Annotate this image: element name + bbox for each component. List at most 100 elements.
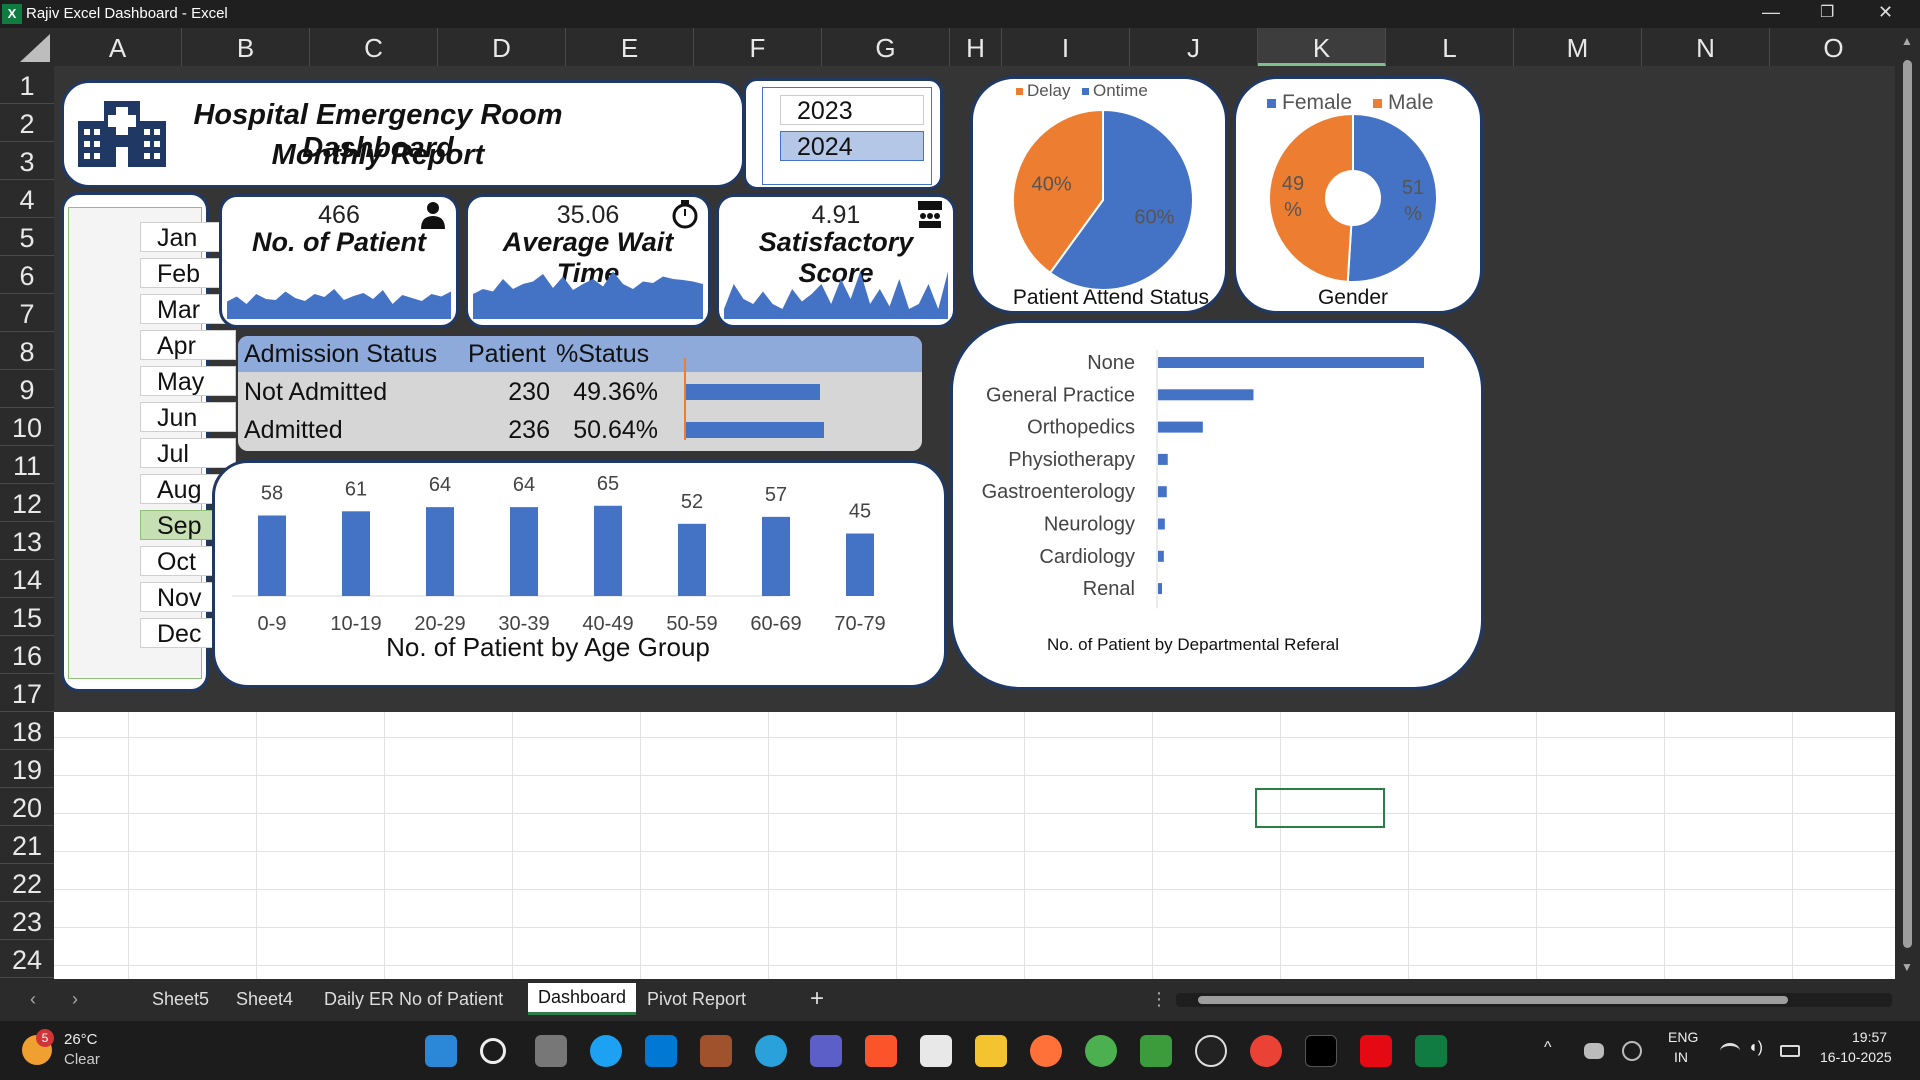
horizontal-scroll-thumb[interactable]: [1198, 996, 1788, 1004]
app-n-icon[interactable]: [1305, 1035, 1337, 1067]
row-21[interactable]: 21: [0, 826, 54, 864]
sheet-tab-daily-er-no-of-patient[interactable]: Daily ER No of Patient: [324, 989, 503, 1010]
column-m[interactable]: M: [1514, 28, 1642, 66]
department-bar: [1158, 389, 1254, 401]
bluestacks-icon[interactable]: [1140, 1035, 1172, 1067]
telegram-icon[interactable]: [755, 1035, 787, 1067]
row-9[interactable]: 9: [0, 370, 54, 408]
minimize-icon[interactable]: —: [1762, 2, 1780, 23]
active-cell[interactable]: [1255, 788, 1385, 828]
file-explorer-icon[interactable]: [975, 1035, 1007, 1067]
excel-taskbar-icon[interactable]: [1415, 1035, 1447, 1067]
sheet-tab-pivot-report[interactable]: Pivot Report: [647, 989, 746, 1010]
onedrive-icon[interactable]: [1584, 1043, 1604, 1059]
winrar-icon[interactable]: [700, 1035, 732, 1067]
edge-icon[interactable]: [590, 1035, 622, 1067]
row-18[interactable]: 18: [0, 712, 54, 750]
task-view-icon[interactable]: [535, 1035, 567, 1067]
teams-icon[interactable]: [810, 1035, 842, 1067]
year-2023[interactable]: 2023: [780, 95, 924, 125]
bar-value-label: 45: [849, 501, 871, 523]
row-6[interactable]: 6: [0, 256, 54, 294]
column-f[interactable]: F: [694, 28, 822, 66]
row-2[interactable]: 2: [0, 104, 54, 142]
department-bar: [1158, 357, 1424, 368]
row-13[interactable]: 13: [0, 522, 54, 560]
row-10[interactable]: 10: [0, 408, 54, 446]
row-header: 1 2 3 4 5 6 7 8 9 10 11 12 13 14 15 16 17 18 19 20 21 22 23 24: [0, 66, 54, 979]
volume-icon[interactable]: ◖): [1748, 1039, 1763, 1057]
column-b[interactable]: B: [182, 28, 310, 66]
dell-icon[interactable]: [1195, 1035, 1227, 1067]
scroll-up-icon[interactable]: ▲: [1901, 34, 1913, 48]
row-7[interactable]: 7: [0, 294, 54, 332]
wifi-icon[interactable]: [1720, 1043, 1740, 1059]
language-code[interactable]: ENG: [1668, 1029, 1698, 1045]
search-icon[interactable]: [480, 1038, 506, 1064]
row-5[interactable]: 5: [0, 218, 54, 256]
scroll-thumb[interactable]: [1903, 60, 1912, 948]
column-i[interactable]: I: [1002, 28, 1130, 66]
chrome-icon[interactable]: [1085, 1035, 1117, 1067]
month-may[interactable]: May: [140, 366, 236, 396]
sheet-tab-dashboard[interactable]: Dashboard: [528, 983, 637, 1015]
chevron-up-icon[interactable]: ^: [1544, 1039, 1552, 1057]
start-icon[interactable]: [425, 1035, 457, 1067]
brave-icon[interactable]: [865, 1035, 897, 1067]
column-e[interactable]: E: [566, 28, 694, 66]
row-20[interactable]: 20: [0, 788, 54, 826]
select-all-button[interactable]: [0, 28, 54, 66]
column-j[interactable]: J: [1130, 28, 1258, 66]
month-jun[interactable]: Jun: [140, 402, 236, 432]
row-22[interactable]: 22: [0, 864, 54, 902]
add-sheet-icon[interactable]: +: [810, 985, 824, 1013]
column-h[interactable]: H: [950, 28, 1002, 66]
row-15[interactable]: 15: [0, 598, 54, 636]
column-g[interactable]: G: [822, 28, 950, 66]
store-icon[interactable]: [920, 1035, 952, 1067]
netflix-icon[interactable]: [1360, 1035, 1392, 1067]
row-23[interactable]: 23: [0, 902, 54, 940]
bar-value-label: 61: [345, 478, 367, 500]
month-apr[interactable]: Apr: [140, 330, 236, 360]
restore-icon[interactable]: ❐: [1820, 2, 1834, 22]
horizontal-scrollbar[interactable]: [1176, 993, 1892, 1007]
firefox-icon[interactable]: [1030, 1035, 1062, 1067]
row-14[interactable]: 14: [0, 560, 54, 598]
vscode-icon[interactable]: [645, 1035, 677, 1067]
battery-icon[interactable]: [1780, 1045, 1800, 1057]
clock-time[interactable]: 19:57: [1852, 1029, 1887, 1045]
worksheet-grid[interactable]: [54, 712, 1895, 979]
row-19[interactable]: 19: [0, 750, 54, 788]
sync-icon[interactable]: [1622, 1041, 1642, 1061]
column-d[interactable]: D: [438, 28, 566, 66]
column-o[interactable]: O: [1770, 28, 1898, 66]
column-l[interactable]: L: [1386, 28, 1514, 66]
row-8[interactable]: 8: [0, 332, 54, 370]
row-3[interactable]: 3: [0, 142, 54, 180]
row-17[interactable]: 17: [0, 674, 54, 712]
tab-prev-icon[interactable]: ‹: [30, 989, 36, 1010]
row-1[interactable]: 1: [0, 66, 54, 104]
more-options-icon[interactable]: ⋮: [1150, 989, 1168, 1010]
age-group-card: 58 0-9 61 10-19 64 20-29 64 30-39 65 40-49 52 50-59…: [212, 460, 947, 688]
close-icon[interactable]: ✕: [1878, 2, 1893, 23]
row-16[interactable]: 16: [0, 636, 54, 674]
column-a[interactable]: A: [54, 28, 182, 66]
scroll-down-icon[interactable]: ▼: [1901, 960, 1913, 974]
tab-next-icon[interactable]: ›: [72, 989, 78, 1010]
sheet-tab-sheet5[interactable]: Sheet5: [152, 989, 209, 1010]
region-code[interactable]: IN: [1674, 1049, 1688, 1065]
row-24[interactable]: 24: [0, 940, 54, 978]
year-2024[interactable]: 2024: [780, 131, 924, 161]
row-12[interactable]: 12: [0, 484, 54, 522]
photos-icon[interactable]: [1250, 1035, 1282, 1067]
column-k[interactable]: K: [1258, 28, 1386, 66]
column-c[interactable]: C: [310, 28, 438, 66]
column-n[interactable]: N: [1642, 28, 1770, 66]
clock-date[interactable]: 16-10-2025: [1820, 1049, 1892, 1065]
sheet-tab-sheet4[interactable]: Sheet4: [236, 989, 293, 1010]
row-11[interactable]: 11: [0, 446, 54, 484]
vertical-scrollbar[interactable]: ▲ ▼: [1895, 28, 1920, 979]
row-4[interactable]: 4: [0, 180, 54, 218]
